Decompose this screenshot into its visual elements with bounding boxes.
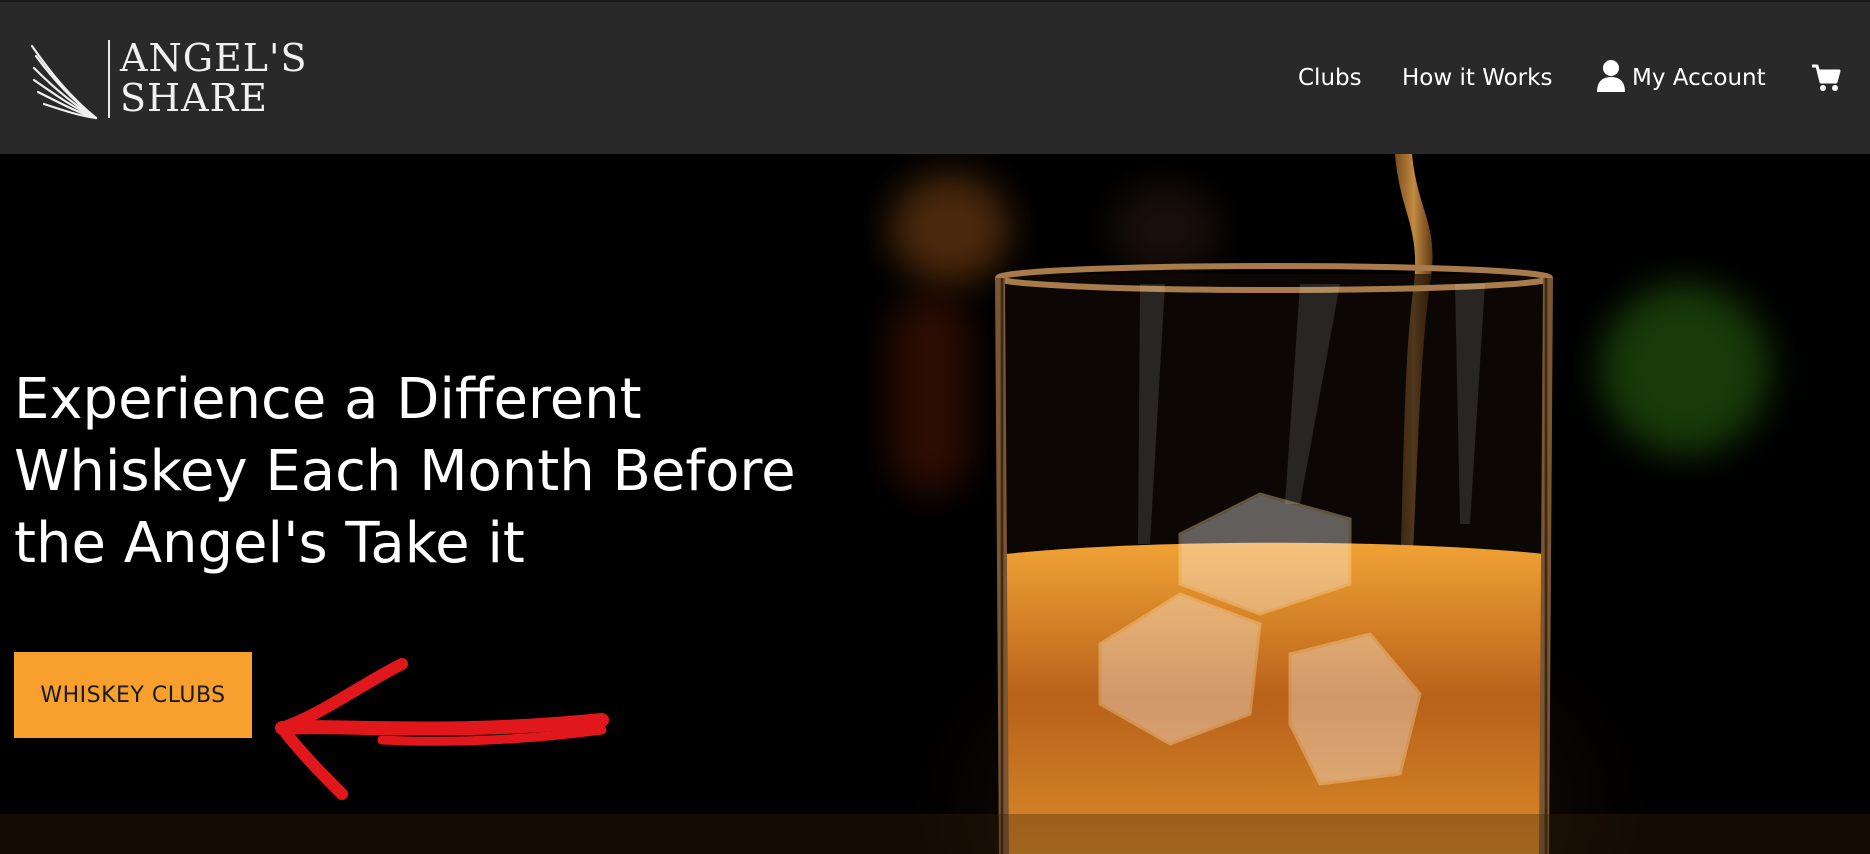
shopping-cart-icon[interactable] — [1811, 64, 1841, 92]
headline-line-1: Experience a Different — [14, 367, 642, 432]
red-arrow-annotation — [275, 658, 609, 800]
logo-wordmark: ANGEL'S SHARE — [120, 38, 308, 118]
logo-line-1: ANGEL'S — [120, 36, 308, 80]
headline-line-3: the Angel's Take it — [14, 511, 525, 576]
logo-divider — [108, 40, 110, 118]
headline-line-2: Whiskey Each Month Before — [14, 439, 796, 504]
whiskey-clubs-button[interactable]: WHISKEY CLUBS — [14, 652, 252, 738]
hero-section: Experience a Different Whiskey Each Mont… — [0, 154, 1870, 854]
wing-icon — [30, 44, 98, 120]
nav-how-it-works-link[interactable]: How it Works — [1402, 61, 1552, 95]
user-icon[interactable] — [1596, 59, 1626, 93]
logo-line-2: SHARE — [120, 76, 268, 120]
hero-headline: Experience a Different Whiskey Each Mont… — [14, 364, 914, 580]
nav-clubs-link[interactable]: Clubs — [1298, 61, 1362, 95]
brand-logo[interactable]: ANGEL'S SHARE — [30, 38, 310, 120]
site-header: ANGEL'S SHARE Clubs How it Works My Acco… — [0, 0, 1870, 154]
nav-my-account-link[interactable]: My Account — [1632, 61, 1766, 95]
